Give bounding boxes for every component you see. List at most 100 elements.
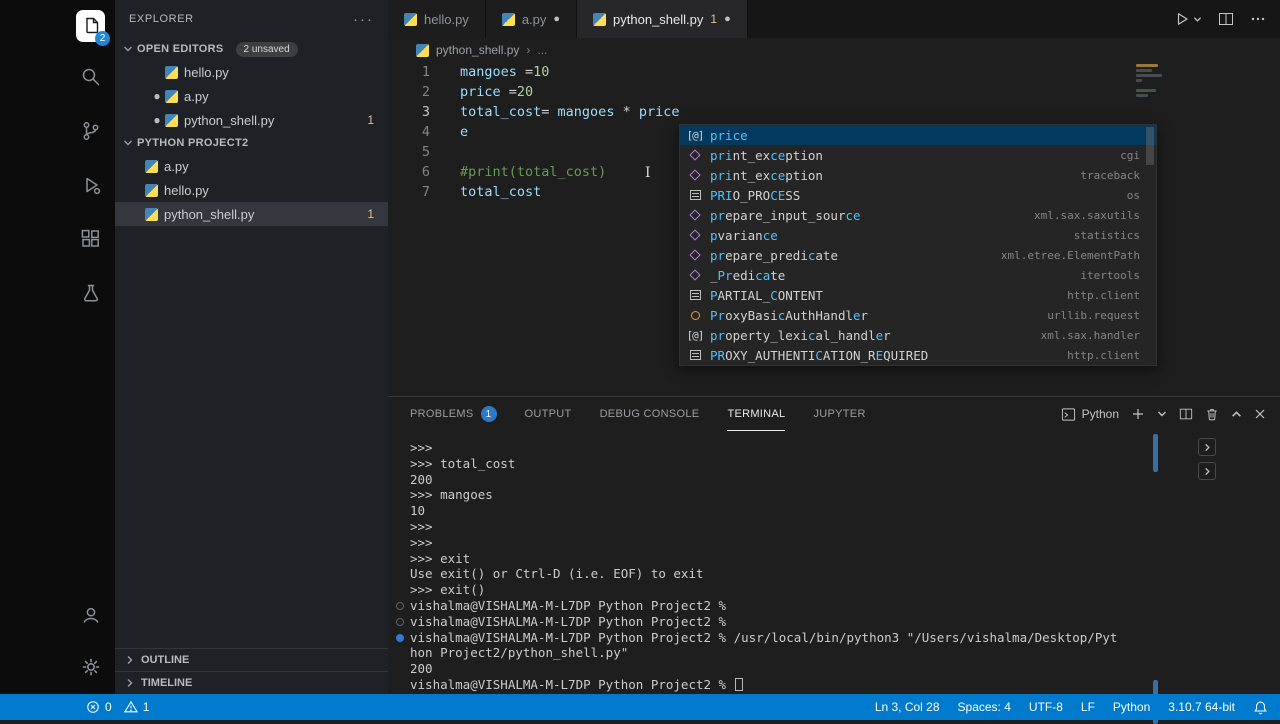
panel-tab-label: DEBUG CONSOLE — [600, 408, 700, 420]
errors-count: 0 — [105, 700, 112, 714]
terminal-tab-chevron-icon[interactable] — [1198, 462, 1216, 480]
terminal-scrollbar[interactable] — [1153, 434, 1158, 688]
minimap[interactable] — [1136, 62, 1164, 99]
status-encoding[interactable]: UTF-8 — [1029, 700, 1063, 714]
status-indentation[interactable]: Spaces: 4 — [958, 700, 1011, 714]
problems-errors[interactable]: 0 — [86, 700, 112, 714]
run-python-file-button[interactable] — [1174, 11, 1202, 27]
search-icon[interactable] — [76, 62, 106, 92]
panel-tab-terminal[interactable]: TERMINAL — [727, 397, 785, 431]
close-panel-icon[interactable] — [1254, 408, 1266, 420]
timeline-section[interactable]: TIMELINE — [115, 671, 388, 694]
line-text: price =20 — [445, 82, 533, 102]
open-editor-item[interactable]: ●python_shell.py1 — [115, 108, 388, 132]
terminal-profile-label: Python — [1082, 407, 1119, 421]
command-decoration-icon[interactable] — [396, 618, 404, 626]
status-eol[interactable]: LF — [1081, 700, 1095, 714]
panel-tab-label: PROBLEMS — [410, 408, 474, 420]
suggestion-item[interactable]: PARTIAL_CONTENThttp.client — [680, 285, 1156, 305]
suggestion-detail: xml.sax.handler — [1041, 329, 1150, 342]
command-decoration-icon[interactable] — [396, 634, 404, 642]
outline-section[interactable]: OUTLINE — [115, 648, 388, 671]
suggestion-item[interactable]: ProxyBasicAuthHandlerurllib.request — [680, 305, 1156, 325]
python-file-icon — [165, 114, 178, 127]
run-debug-icon[interactable] — [76, 170, 106, 200]
suggestion-detail: http.client — [1067, 349, 1150, 362]
breadcrumb[interactable]: python_shell.py › ... — [388, 38, 1280, 62]
terminal-output[interactable]: >>>>>> total_cost200>>> mangoes10>>>>>>>… — [388, 431, 1170, 694]
settings-gear-icon[interactable] — [76, 652, 106, 682]
project-file-item[interactable]: hello.py — [115, 178, 388, 202]
split-terminal-icon[interactable] — [1179, 407, 1193, 421]
activity-bar: 2 — [0, 0, 115, 694]
suggestion-item[interactable]: prepare_input_sourcexml.sax.saxutils — [680, 205, 1156, 225]
project-file-item[interactable]: a.py — [115, 154, 388, 178]
panel-tab-output[interactable]: OUTPUT — [525, 397, 572, 431]
warnings-count: 1 — [143, 700, 150, 714]
project-file-item[interactable]: python_shell.py1 — [115, 202, 388, 226]
file-name: hello.py — [184, 65, 229, 80]
open-editor-item[interactable]: hello.py — [115, 60, 388, 84]
suggestion-item[interactable]: pvariancestatistics — [680, 225, 1156, 245]
class-kind-icon — [686, 311, 704, 320]
python-file-icon — [165, 90, 178, 103]
method-kind-icon — [686, 231, 704, 239]
sidebar-more-actions[interactable]: ··· — [353, 11, 374, 28]
modified-dot: ● — [553, 13, 560, 25]
testing-icon[interactable] — [76, 278, 106, 308]
kill-terminal-trash-icon[interactable] — [1205, 407, 1219, 421]
open-editors-header[interactable]: OPEN EDITORS 2 unsaved — [115, 38, 388, 60]
tab-python_shell.py[interactable]: python_shell.py1● — [577, 0, 748, 38]
more-actions-icon[interactable] — [1250, 11, 1266, 27]
modified-dot: ● — [724, 13, 731, 25]
project-section-header[interactable]: PYTHON PROJECT2 — [115, 132, 388, 154]
suggestion-item[interactable]: PROXY_AUTHENTICATION_REQUIREDhttp.client — [680, 345, 1156, 365]
code-line[interactable]: 3total_cost= mangoes * price — [388, 102, 1280, 122]
suggestion-item[interactable]: PRIO_PROCESSos — [680, 185, 1156, 205]
modified-dot: ● — [149, 113, 165, 127]
breadcrumb-file[interactable]: python_shell.py — [436, 43, 519, 57]
explorer-icon[interactable]: 2 — [76, 10, 105, 42]
python-file-icon — [165, 66, 178, 79]
suggestion-item[interactable]: [@]price — [680, 125, 1156, 145]
line-number: 3 — [388, 102, 445, 122]
suggest-scrollbar[interactable] — [1146, 127, 1154, 165]
terminal-line: Use exit() or Ctrl-D (i.e. EOF) to exit — [388, 566, 1170, 582]
panel-tab-label: OUTPUT — [525, 408, 572, 420]
tab-hello.py[interactable]: hello.py — [388, 0, 486, 38]
terminal-profile[interactable]: Python — [1061, 407, 1119, 422]
status-cursor-position[interactable]: Ln 3, Col 28 — [875, 700, 940, 714]
suggestion-label: price — [710, 128, 748, 143]
line-text: #print(total_cost) — [445, 162, 606, 182]
terminal-tab-chevron-icon[interactable] — [1198, 438, 1216, 456]
notifications-bell-icon[interactable] — [1253, 700, 1268, 715]
terminal-line: vishalma@VISHALMA-M-L7DP Python Project2… — [388, 614, 1170, 630]
suggestion-label: _Predicate — [710, 268, 785, 283]
problems-warnings[interactable]: 1 — [124, 700, 150, 714]
suggestion-item[interactable]: print_exceptioncgi — [680, 145, 1156, 165]
terminal-dropdown-chevron-icon[interactable] — [1157, 409, 1167, 419]
panel-tab-problems[interactable]: PROBLEMS1 — [410, 397, 497, 431]
panel-tab-jupyter[interactable]: JUPYTER — [813, 397, 865, 431]
status-language-mode[interactable]: Python — [1113, 700, 1150, 714]
source-control-icon[interactable] — [76, 116, 106, 146]
extensions-icon[interactable] — [76, 224, 106, 254]
terminal-text: 200 — [410, 472, 433, 487]
warning-icon — [124, 700, 138, 714]
new-terminal-icon[interactable] — [1131, 407, 1145, 421]
suggestion-item[interactable]: prepare_predicatexml.etree.ElementPath — [680, 245, 1156, 265]
tab-a.py[interactable]: a.py● — [486, 0, 577, 38]
suggestion-item[interactable]: _Predicateitertools — [680, 265, 1156, 285]
account-icon[interactable] — [76, 600, 106, 630]
status-python-version[interactable]: 3.10.7 64-bit — [1168, 700, 1235, 714]
suggestion-detail: os — [1127, 189, 1150, 202]
suggestion-item[interactable]: print_exceptiontraceback — [680, 165, 1156, 185]
breadcrumb-more[interactable]: ... — [537, 43, 547, 57]
open-editor-item[interactable]: ●a.py — [115, 84, 388, 108]
maximize-panel-chevron-icon[interactable] — [1231, 409, 1242, 420]
tab-label: hello.py — [424, 12, 469, 27]
command-decoration-icon[interactable] — [396, 602, 404, 610]
suggestion-item[interactable]: [@]property_lexical_handlerxml.sax.handl… — [680, 325, 1156, 345]
split-editor-icon[interactable] — [1218, 11, 1234, 27]
panel-tab-debug-console[interactable]: DEBUG CONSOLE — [600, 397, 700, 431]
